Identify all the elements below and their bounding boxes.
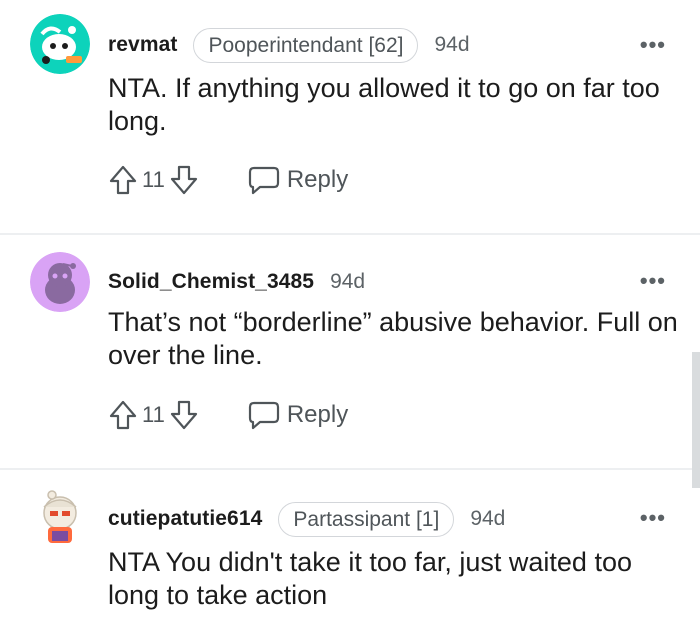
downvote-icon[interactable] (169, 399, 199, 431)
reply-bubble-icon (248, 401, 279, 430)
timestamp: 94d (470, 507, 506, 530)
timestamp: 94d (434, 33, 470, 56)
comment-header: cutiepatutie614 Partassipant [1] 94d (108, 501, 505, 537)
vote-count: 11 (142, 402, 165, 427)
username[interactable]: cutiepatutie614 (108, 507, 262, 531)
reply-label: Reply (286, 166, 349, 193)
more-options-icon[interactable]: ••• (640, 268, 666, 294)
downvote-icon[interactable] (169, 164, 199, 196)
more-options-icon[interactable]: ••• (640, 505, 666, 531)
comment-header: Solid_Chemist_3485 94d (108, 264, 365, 300)
user-flair: Partassipant [1] (278, 501, 455, 537)
divider (0, 233, 700, 235)
snoo-avatar-icon (43, 490, 77, 543)
divider (0, 468, 700, 470)
upvote-icon[interactable] (108, 399, 138, 431)
comment-actions: 11 Reply (108, 395, 348, 435)
avatar[interactable] (30, 487, 90, 547)
vote-count: 11 (142, 167, 165, 192)
snoo-avatar-icon (30, 252, 90, 312)
comment-header: revmat Pooperintendant [62] 94d (108, 27, 470, 63)
scrollbar[interactable] (692, 352, 700, 488)
reply-button[interactable]: Reply (247, 400, 348, 430)
timestamp: 94d (330, 270, 366, 293)
upvote-icon[interactable] (108, 164, 138, 196)
comment-actions: 11 Reply (108, 160, 348, 200)
reply-bubble-icon (248, 166, 279, 195)
comment-body: NTA You didn't take it too far, just wai… (108, 547, 632, 610)
snoo-avatar-icon (30, 14, 90, 74)
user-flair: Pooperintendant [62] (193, 27, 419, 63)
comment-body: That’s not “borderline” abusive behavior… (108, 307, 678, 370)
reply-button[interactable]: Reply (247, 165, 348, 195)
avatar[interactable] (30, 252, 90, 312)
comment-body: NTA. If anything you allowed it to go on… (108, 73, 660, 136)
username[interactable]: revmat (108, 33, 177, 57)
more-options-icon[interactable]: ••• (640, 32, 666, 58)
reply-label: Reply (286, 401, 349, 428)
avatar[interactable] (30, 14, 90, 74)
username[interactable]: Solid_Chemist_3485 (108, 270, 314, 294)
